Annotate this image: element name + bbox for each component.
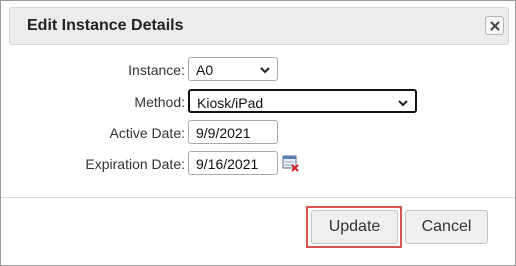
method-label: Method:	[134, 94, 185, 110]
update-button[interactable]: Update	[311, 210, 398, 244]
active-date-label: Active Date:	[109, 125, 185, 141]
dialog-title: Edit Instance Details	[27, 17, 184, 34]
chevron-down-icon	[398, 100, 408, 107]
method-row: Method: Kiosk/iPad	[1, 89, 515, 115]
chevron-down-icon	[260, 67, 270, 74]
method-select[interactable]: Kiosk/iPad	[188, 89, 417, 113]
dialog-titlebar: Edit Instance Details	[9, 7, 509, 45]
close-button[interactable]	[485, 16, 504, 35]
instance-select[interactable]: A0	[188, 57, 278, 81]
calendar-clear-icon[interactable]	[282, 154, 300, 172]
expiration-date-row: Expiration Date: 9/16/2021	[1, 151, 515, 177]
edit-instance-dialog: Edit Instance Details Instance: A0 Metho…	[0, 0, 516, 266]
close-icon	[490, 21, 499, 30]
instance-label: Instance:	[128, 62, 185, 78]
instance-row: Instance: A0	[1, 57, 515, 83]
active-date-input[interactable]: 9/9/2021	[188, 120, 278, 144]
footer-divider	[1, 197, 515, 198]
instance-value: A0	[196, 62, 214, 78]
expiration-date-input[interactable]: 9/16/2021	[188, 151, 278, 175]
active-date-row: Active Date: 9/9/2021	[1, 120, 515, 146]
method-value: Kiosk/iPad	[197, 95, 264, 111]
expiration-date-value: 9/16/2021	[196, 156, 259, 172]
expiration-date-label: Expiration Date:	[85, 156, 185, 172]
active-date-value: 9/9/2021	[196, 125, 251, 141]
cancel-button[interactable]: Cancel	[405, 210, 488, 244]
